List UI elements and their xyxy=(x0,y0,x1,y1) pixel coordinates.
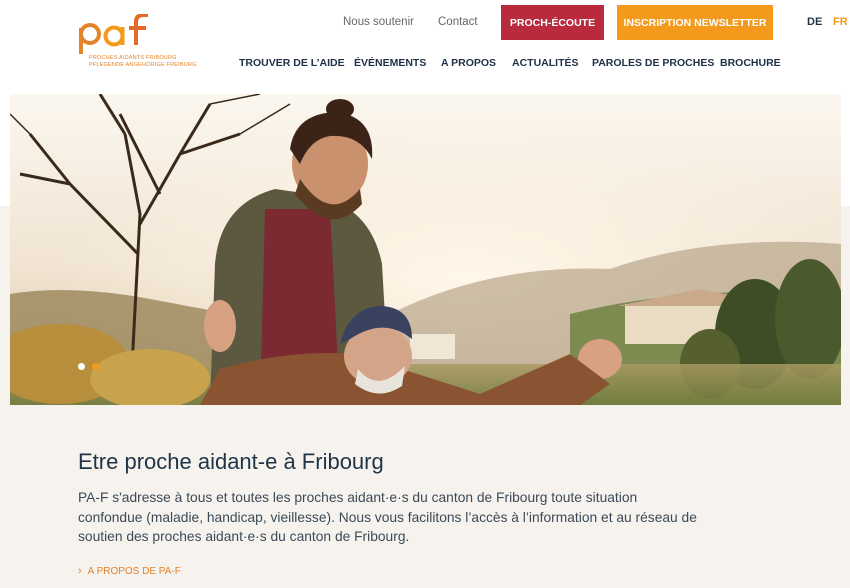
about-paf-link[interactable]: › A PROPOS DE PA-F xyxy=(78,565,181,577)
carousel-dot-2[interactable] xyxy=(92,363,99,370)
nav-trouver-aide[interactable]: TROUVER DE L’AIDE xyxy=(239,57,345,69)
page-title: Etre proche aidant-e à Fribourg xyxy=(78,449,384,474)
nav-a-propos[interactable]: A PROPOS xyxy=(441,57,496,69)
newsletter-button[interactable]: INSCRIPTION NEWSLETTER xyxy=(617,5,773,40)
nav-paroles-de-proches[interactable]: PAROLES DE PROCHES xyxy=(592,57,714,69)
logo-tagline-de: PFLEGENDE ANGEHÖRIGE FREIBURG xyxy=(89,62,197,68)
site-logo[interactable]: PROCHES AIDANTS FRIBOURG PFLEGENDE ANGEH… xyxy=(76,14,196,70)
carousel-dot-1[interactable] xyxy=(78,363,85,370)
hero-carousel[interactable] xyxy=(10,94,841,405)
lang-de[interactable]: DE xyxy=(807,16,822,28)
about-paf-link-label: A PROPOS DE PA-F xyxy=(87,566,181,577)
logo-tagline-fr: PROCHES AIDANTS FRIBOURG xyxy=(89,55,177,61)
chevron-right-icon: › xyxy=(78,565,82,577)
lang-fr[interactable]: FR xyxy=(833,16,848,28)
support-link[interactable]: Nous soutenir xyxy=(343,16,414,28)
paf-logo-mark xyxy=(79,14,148,54)
nav-actualites[interactable]: ACTUALITÉS xyxy=(512,57,579,69)
contact-link[interactable]: Contact xyxy=(438,16,478,28)
site-header: PROCHES AIDANTS FRIBOURG PFLEGENDE ANGEH… xyxy=(0,0,850,92)
intro-paragraph: PA-F s'adresse à tous et toutes les proc… xyxy=(78,490,697,544)
nav-evenements[interactable]: ÉVÉNEMENTS xyxy=(354,57,426,69)
nav-brochure[interactable]: BROCHURE xyxy=(720,57,781,69)
hero-image xyxy=(10,94,841,405)
proch-ecoute-button[interactable]: PROCH-ÉCOUTE xyxy=(501,5,604,40)
